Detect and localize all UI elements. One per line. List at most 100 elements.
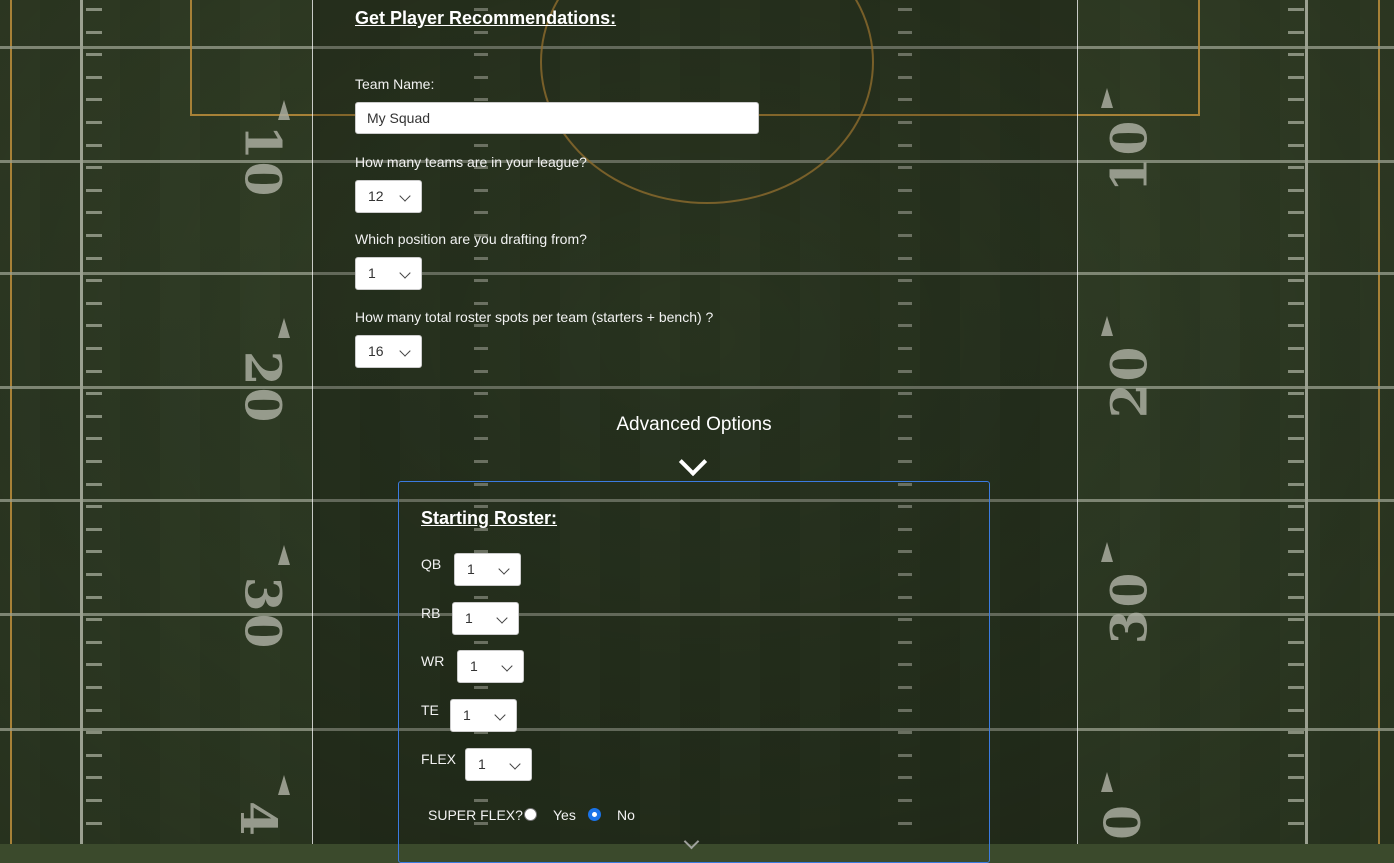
direction-arrow <box>278 318 290 338</box>
hash-mark <box>86 257 102 260</box>
hash-mark <box>86 437 102 440</box>
draft-position-value: 1 <box>368 265 376 281</box>
hash-mark <box>86 776 102 779</box>
hash-mark <box>86 641 102 644</box>
chevron-down-icon <box>399 267 411 279</box>
wr-value: 1 <box>470 658 478 674</box>
roster-spots-value: 16 <box>368 343 384 359</box>
flex-value: 1 <box>478 756 486 772</box>
hash-mark <box>1288 279 1304 282</box>
hash-mark <box>1288 121 1304 124</box>
hash-mark <box>1288 822 1304 825</box>
chevron-down-icon <box>498 563 510 575</box>
recommendation-form: Get Player Recommendations: Team Name: M… <box>312 0 1076 863</box>
super-flex-no-label: No <box>617 807 635 823</box>
hash-mark <box>86 121 102 124</box>
teams-count-select[interactable]: 12 <box>355 180 422 213</box>
hash-mark <box>86 302 102 305</box>
hash-mark <box>1288 460 1304 463</box>
hash-mark <box>86 370 102 373</box>
hash-mark <box>1288 76 1304 79</box>
advanced-options-toggle[interactable]: Advanced Options <box>312 414 1076 436</box>
hash-mark <box>86 754 102 757</box>
rb-label: RB <box>421 605 441 621</box>
hash-mark <box>86 550 102 553</box>
hash-mark <box>1288 144 1304 147</box>
hash-mark <box>1288 709 1304 712</box>
hash-mark <box>1288 596 1304 599</box>
super-flex-no-radio[interactable] <box>588 808 601 821</box>
hash-mark <box>1288 166 1304 169</box>
draft-position-select[interactable]: 1 <box>355 257 422 290</box>
yard-number: 20 <box>233 350 293 425</box>
hash-mark <box>1288 257 1304 260</box>
hash-mark <box>86 234 102 237</box>
te-select[interactable]: 1 <box>450 699 517 732</box>
super-flex-yes-label: Yes <box>553 807 576 823</box>
hash-mark <box>1288 234 1304 237</box>
yard-number: 10 <box>233 124 293 199</box>
chevron-down-icon <box>399 190 411 202</box>
hash-mark <box>1288 754 1304 757</box>
hash-mark <box>86 528 102 531</box>
hash-mark <box>1288 550 1304 553</box>
hash-mark <box>1288 211 1304 214</box>
hash-mark <box>86 279 102 282</box>
direction-arrow <box>1101 542 1113 562</box>
hash-mark <box>86 709 102 712</box>
hash-mark <box>86 189 102 192</box>
hash-mark <box>86 483 102 486</box>
hash-mark <box>86 324 102 327</box>
direction-arrow <box>278 100 290 120</box>
hash-mark <box>1288 370 1304 373</box>
hash-mark <box>86 347 102 350</box>
flex-label: FLEX <box>421 751 457 767</box>
hash-mark <box>86 392 102 395</box>
hash-mark <box>1288 483 1304 486</box>
yard-number: 10 <box>1099 118 1159 193</box>
hash-mark <box>1288 573 1304 576</box>
sideline <box>10 0 12 844</box>
hash-mark <box>1288 528 1304 531</box>
qb-value: 1 <box>467 561 475 577</box>
chevron-down-icon <box>509 758 521 770</box>
hash-mark <box>86 573 102 576</box>
team-name-input[interactable]: My Squad <box>355 102 759 134</box>
hash-mark <box>1288 8 1304 11</box>
hash-mark <box>1288 347 1304 350</box>
starting-roster-panel: Starting Roster: QB 1 RB 1 WR 1 TE 1 FLE… <box>398 481 990 863</box>
rb-value: 1 <box>465 610 473 626</box>
teams-count-label: How many teams are in your league? <box>355 154 587 170</box>
rb-select[interactable]: 1 <box>452 602 519 635</box>
team-name-label: Team Name: <box>355 76 435 92</box>
teams-count-value: 12 <box>368 188 384 204</box>
sideline <box>1305 0 1308 844</box>
flex-select[interactable]: 1 <box>465 748 532 781</box>
sideline <box>1378 0 1380 844</box>
super-flex-yes-radio[interactable] <box>524 808 537 821</box>
hash-mark <box>86 505 102 508</box>
chevron-down-icon[interactable] <box>678 447 708 477</box>
hash-mark <box>1288 53 1304 56</box>
hash-mark <box>1288 437 1304 440</box>
chevron-down-icon <box>496 612 508 624</box>
roster-spots-label: How many total roster spots per team (st… <box>355 309 714 325</box>
wr-select[interactable]: 1 <box>457 650 524 683</box>
hash-mark <box>1288 415 1304 418</box>
hash-mark <box>1288 686 1304 689</box>
roster-spots-select[interactable]: 16 <box>355 335 422 368</box>
hash-mark <box>86 98 102 101</box>
hash-mark <box>1288 505 1304 508</box>
direction-arrow <box>278 545 290 565</box>
qb-select[interactable]: 1 <box>454 553 521 586</box>
yard-number: 30 <box>1099 570 1159 645</box>
chevron-down-icon <box>501 660 513 672</box>
hash-mark <box>86 144 102 147</box>
hash-mark <box>1288 799 1304 802</box>
hash-mark <box>86 8 102 11</box>
hash-mark <box>1288 189 1304 192</box>
hash-mark <box>86 686 102 689</box>
direction-arrow <box>278 775 290 795</box>
hash-mark <box>1288 31 1304 34</box>
qb-label: QB <box>421 556 442 572</box>
